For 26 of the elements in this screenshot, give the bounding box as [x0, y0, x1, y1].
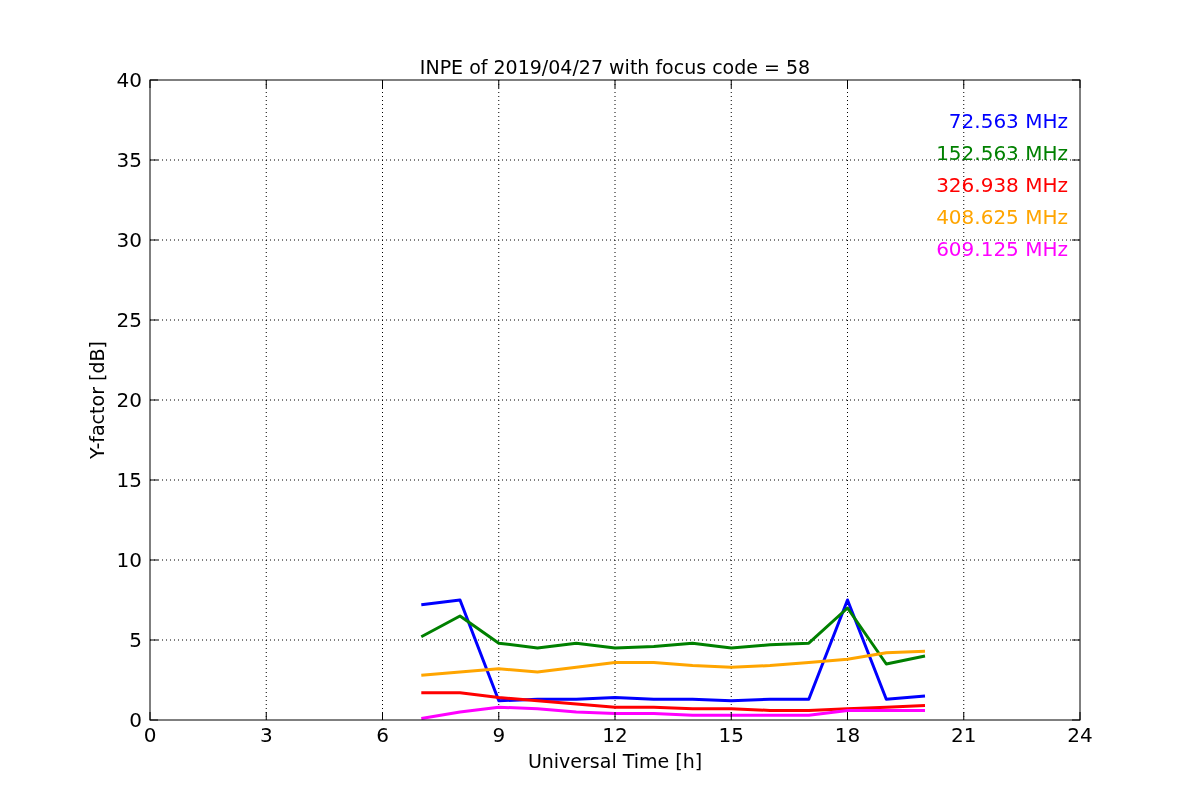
- tick-label: 5: [129, 628, 142, 652]
- tick-label: 6: [376, 723, 389, 747]
- tick-label: 18: [834, 723, 861, 747]
- tick-label: 15: [718, 723, 744, 747]
- tick-label: 40: [116, 68, 142, 92]
- legend-label: 408.625 MHz: [936, 205, 1068, 229]
- chart-title: INPE of 2019/04/27 with focus code = 58: [419, 56, 811, 78]
- tick-label: 30: [116, 228, 142, 252]
- tick-label: 20: [116, 388, 142, 412]
- tick-label: 21: [951, 723, 977, 747]
- legend-label: 609.125 MHz: [936, 237, 1068, 261]
- tick-label: 3: [259, 723, 273, 747]
- tick-label: 25: [116, 308, 142, 332]
- tick-label: 24: [1067, 723, 1093, 747]
- tick-label: 10: [116, 548, 142, 572]
- x-axis-label: Universal Time [h]: [527, 750, 703, 772]
- tick-label: 15: [116, 468, 142, 492]
- tick-label: 9: [492, 723, 506, 747]
- tick-label: 35: [116, 148, 142, 172]
- legend-label: 72.563 MHz: [948, 109, 1068, 133]
- legend-label: 152.563 MHz: [936, 141, 1068, 165]
- y-axis-label: Y-factor [dB]: [86, 341, 108, 459]
- legend-label: 326.938 MHz: [936, 173, 1068, 197]
- tick-label: 0: [143, 723, 157, 747]
- tick-label: 0: [129, 708, 142, 732]
- tick-label: 12: [602, 723, 628, 747]
